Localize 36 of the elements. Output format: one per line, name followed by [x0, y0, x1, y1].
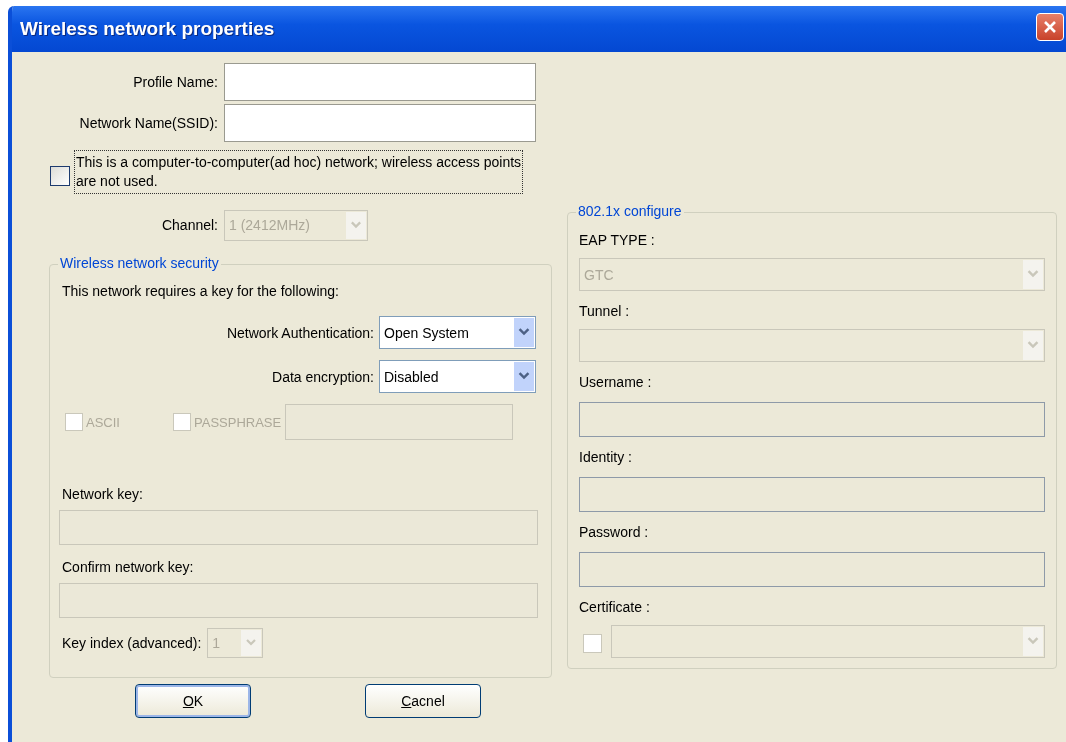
checkbox-label: PASSPHRASE	[194, 414, 282, 430]
close-button[interactable]	[1036, 13, 1064, 41]
field-label: Profile Name:	[132, 73, 218, 90]
field-label: Network Name(SSID):	[78, 114, 218, 131]
field-label: Confirm network key:	[62, 558, 195, 577]
group-title: 802.1x configure	[576, 203, 684, 219]
field-label: Identity :	[579, 448, 633, 467]
checkbox[interactable]	[50, 166, 70, 186]
chevron-down-icon	[514, 362, 534, 391]
field-label: Data encryption:	[272, 368, 374, 385]
group-title: Wireless network security	[58, 255, 221, 271]
dropdown[interactable]: Disabled	[379, 360, 536, 393]
field-label: EAP TYPE :	[579, 231, 656, 250]
field-label: Password :	[579, 523, 650, 542]
chevron-down-icon	[346, 211, 366, 239]
instruction-text: This network requires a key for the following:	[62, 283, 340, 301]
chevron-down-icon	[1023, 627, 1043, 656]
field-label: Certificate :	[579, 598, 651, 617]
field-label: Network key:	[62, 485, 144, 504]
dialog-button[interactable]: Cacnel	[365, 684, 481, 718]
input-field[interactable]	[224, 62, 536, 101]
window-title: Wireless network properties	[20, 18, 275, 40]
chevron-down-icon	[1023, 260, 1043, 289]
field-label: Username :	[579, 373, 653, 392]
chevron-down-icon	[241, 630, 262, 656]
chevron-down-icon	[514, 318, 534, 347]
dropdown[interactable]: Open System	[379, 316, 536, 349]
input-field[interactable]	[224, 103, 536, 142]
checkbox-label: ASCII	[86, 414, 120, 430]
field-label: Tunnel :	[579, 302, 631, 321]
field-label: Network Authentication:	[226, 324, 374, 341]
dialog-button[interactable]: OK	[135, 684, 251, 718]
checkbox-label: This is a computer-to-computer(ad hoc) network; wireless access points are not used.	[74, 150, 523, 194]
field-label: Channel:	[160, 217, 218, 233]
chevron-down-icon	[1023, 331, 1043, 360]
field-label: Key index (advanced):	[62, 635, 202, 651]
